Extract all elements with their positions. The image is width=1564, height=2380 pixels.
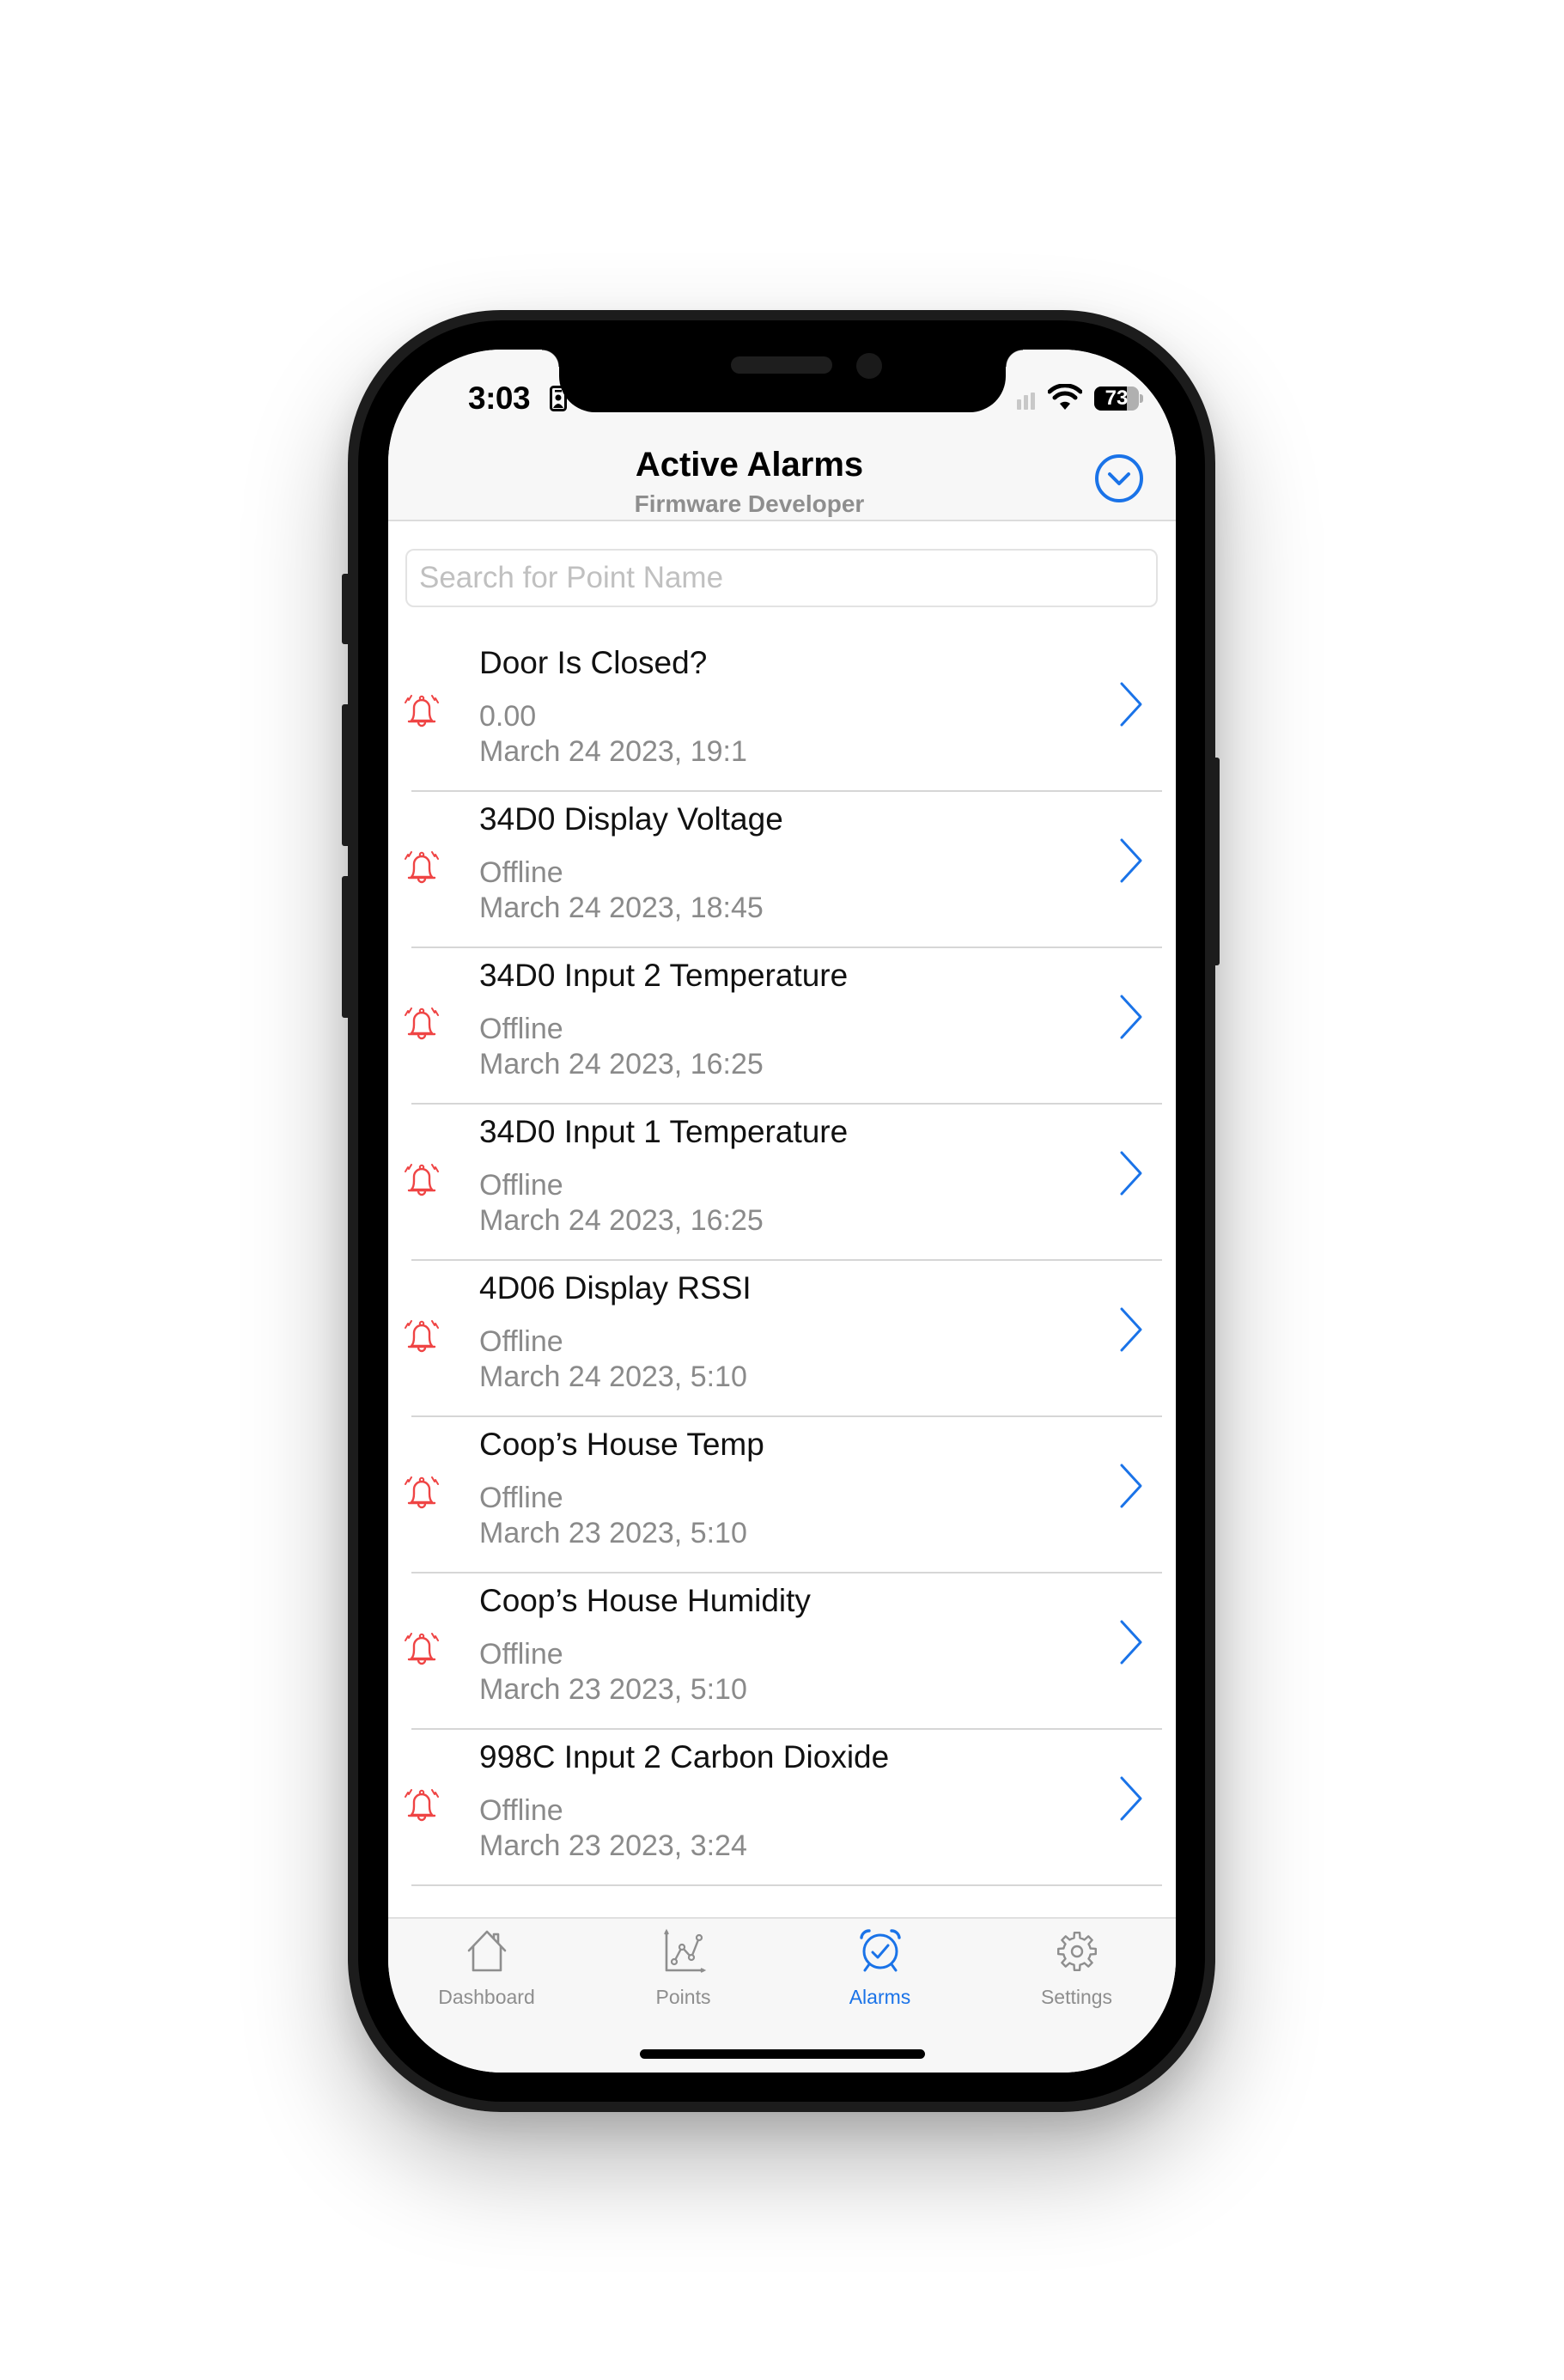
front-camera xyxy=(856,353,882,379)
alarm-row[interactable]: 34D0 Input 2 Temperature Offline March 2… xyxy=(388,948,1176,1105)
battery-percent: 73 xyxy=(1105,387,1129,410)
alarm-timestamp: March 24 2023, 18:45 xyxy=(479,892,764,924)
alarm-bell-icon xyxy=(405,1320,439,1353)
alarm-row[interactable]: 34D0 Input 1 Temperature Offline March 2… xyxy=(388,1105,1176,1261)
status-time: 3:03 xyxy=(468,380,531,416)
chevron-right-icon xyxy=(1120,1620,1142,1665)
chevron-right-icon xyxy=(1120,682,1142,727)
alarm-value: Offline xyxy=(479,1638,563,1671)
alarm-timestamp: March 24 2023, 16:25 xyxy=(479,1204,764,1237)
alarm-name: 34D0 Input 1 Temperature xyxy=(479,1114,849,1149)
tab-bar: Dashboard Points Alarms Settings xyxy=(388,1917,1176,2073)
alarm-name: Door Is Closed? xyxy=(479,645,708,680)
alarm-timestamp: March 23 2023, 3:24 xyxy=(479,1829,747,1862)
alarm-value: Offline xyxy=(479,1482,563,1514)
page-title: Active Alarms xyxy=(635,446,864,484)
alarm-row[interactable]: 998C Input 2 Carbon Dioxide Offline Marc… xyxy=(388,1730,1176,1886)
alarm-list: Door Is Closed? 0.00 March 24 2023, 19:1… xyxy=(388,636,1176,1886)
alarm-bell-icon xyxy=(405,1633,439,1665)
navigation-bar: Active Alarms Firmware Developer xyxy=(388,435,1176,521)
cellular-signal-icon xyxy=(1017,393,1035,410)
house-icon xyxy=(467,1930,507,1972)
alarm-value: Offline xyxy=(479,856,563,889)
tab-alarms[interactable]: Alarms xyxy=(782,1919,978,2022)
alarm-name: Coop’s House Humidity xyxy=(479,1583,811,1618)
chevron-right-icon xyxy=(1120,995,1142,1039)
speaker-grille xyxy=(731,356,832,374)
chevron-right-icon xyxy=(1120,1151,1142,1196)
notch xyxy=(542,350,1023,412)
alarm-bell-icon xyxy=(405,1007,439,1040)
alarm-value: Offline xyxy=(479,1013,563,1045)
alarm-row[interactable]: 4D06 Display RSSI Offline March 24 2023,… xyxy=(388,1261,1176,1417)
row-separator xyxy=(411,1884,1162,1886)
alarm-bell-icon xyxy=(405,695,439,727)
alarm-bell-icon xyxy=(405,1789,439,1822)
alarm-value: Offline xyxy=(479,1794,563,1827)
tab-settings[interactable]: Settings xyxy=(978,1919,1175,2022)
alarm-timestamp: March 23 2023, 5:10 xyxy=(479,1517,747,1549)
alarm-timestamp: March 24 2023, 16:25 xyxy=(479,1048,764,1080)
alarm-value: Offline xyxy=(479,1169,563,1202)
search-input[interactable] xyxy=(405,549,1158,607)
gear-icon xyxy=(1057,1932,1097,1971)
chevron-right-icon xyxy=(1120,1464,1142,1508)
alarm-row[interactable]: Coop’s House Humidity Offline March 23 2… xyxy=(388,1573,1176,1730)
page-subtitle: Firmware Developer xyxy=(634,490,865,517)
alarm-bell-icon xyxy=(405,1164,439,1196)
alarm-list-container: Door Is Closed? 0.00 March 24 2023, 19:1… xyxy=(388,521,1176,1917)
phone-screen: 3:03 73 Active Alarms Firmware Developer… xyxy=(388,350,1176,2073)
alarm-row[interactable]: Door Is Closed? 0.00 March 24 2023, 19:1 xyxy=(388,636,1176,792)
alarm-value: 0.00 xyxy=(479,700,537,733)
alarm-timestamp: March 24 2023, 19:1 xyxy=(479,735,747,768)
alarm-bell-icon xyxy=(405,851,439,884)
alarm-timestamp: March 23 2023, 5:10 xyxy=(479,1673,747,1706)
alarm-bell-icon xyxy=(405,1476,439,1509)
battery-nub xyxy=(1140,394,1143,403)
home-indicator[interactable] xyxy=(640,2049,925,2059)
tab-points[interactable]: Points xyxy=(585,1919,782,2022)
alarm-clock-check-icon xyxy=(860,1929,901,1972)
tab-label: Alarms xyxy=(849,1986,911,2008)
chevron-right-icon xyxy=(1120,1307,1142,1352)
chevron-down-circle-icon[interactable] xyxy=(1094,453,1144,503)
alarm-name: 998C Input 2 Carbon Dioxide xyxy=(479,1739,890,1774)
battery-body: 73 xyxy=(1094,387,1139,411)
tab-dashboard[interactable]: Dashboard xyxy=(388,1919,585,2022)
alarm-name: Coop’s House Temp xyxy=(479,1427,764,1462)
alarm-name: 4D06 Display RSSI xyxy=(479,1270,752,1306)
tab-label: Dashboard xyxy=(438,1986,535,2008)
alarm-row[interactable]: Coop’s House Temp Offline March 23 2023,… xyxy=(388,1417,1176,1573)
wifi-icon xyxy=(1048,384,1082,410)
line-chart-icon xyxy=(664,1928,707,1973)
alarm-name: 34D0 Input 2 Temperature xyxy=(479,958,849,993)
tab-label: Settings xyxy=(1040,1986,1113,2008)
alarm-value: Offline xyxy=(479,1325,563,1358)
chevron-right-icon xyxy=(1120,838,1142,883)
chevron-right-icon xyxy=(1120,1776,1142,1821)
battery-indicator: 73 xyxy=(1094,387,1143,411)
alarm-row[interactable]: 34D0 Display Voltage Offline March 24 20… xyxy=(388,792,1176,948)
tab-label: Points xyxy=(655,1986,711,2008)
alarm-timestamp: March 24 2023, 5:10 xyxy=(479,1360,747,1393)
alarm-name: 34D0 Display Voltage xyxy=(479,801,783,837)
